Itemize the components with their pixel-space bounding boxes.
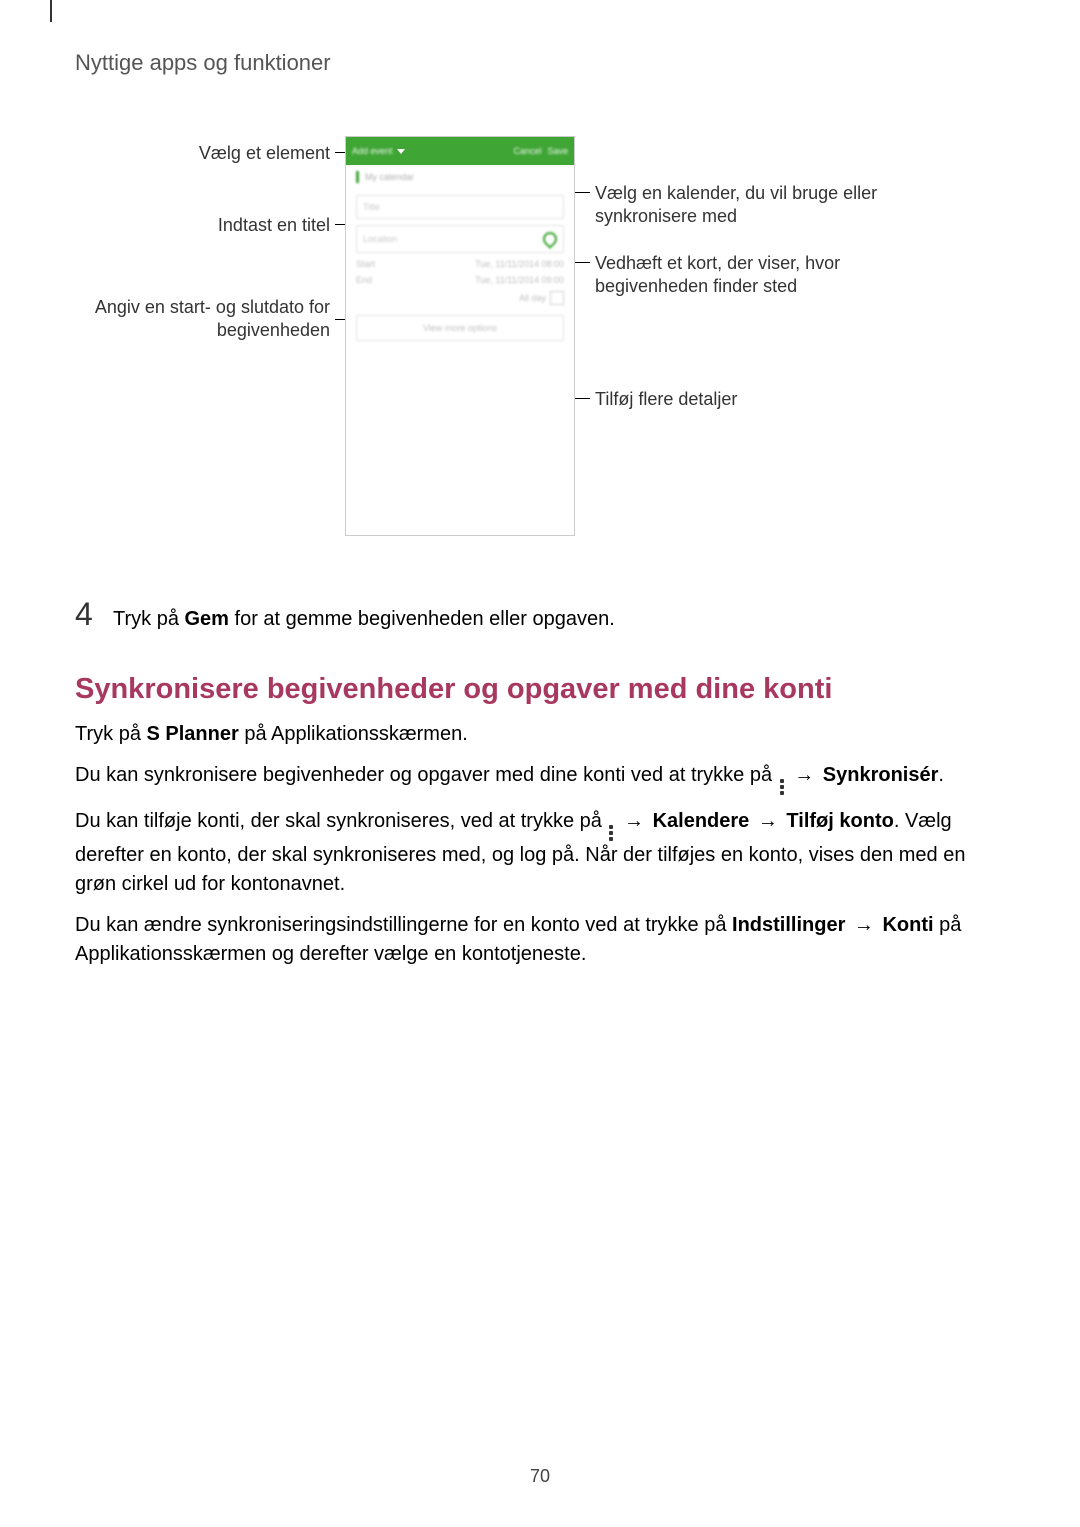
paragraph-1: Tryk på S Planner på Applikationsskærmen… bbox=[75, 720, 1005, 749]
phone-start-row: Start Tue, 11/11/2014 08:00 bbox=[356, 259, 564, 269]
phone-header-title: Add event bbox=[352, 146, 393, 156]
phone-end-row: End Tue, 11/11/2014 09:00 bbox=[356, 275, 564, 285]
phone-title-field: Title bbox=[356, 195, 564, 219]
paragraph-3: Du kan tilføje konti, der skal synkronis… bbox=[75, 807, 1005, 899]
phone-save-button: Save bbox=[547, 146, 568, 156]
callout-choose-element: Vælg et element bbox=[75, 142, 330, 165]
phone-cancel-button: Cancel bbox=[513, 146, 541, 156]
page-number: 70 bbox=[0, 1466, 1080, 1487]
callout-enter-title: Indtast en titel bbox=[75, 214, 330, 237]
location-pin-icon bbox=[540, 229, 560, 249]
step-number: 4 bbox=[75, 596, 113, 633]
callout-more-details: Tilføj flere detaljer bbox=[595, 388, 925, 411]
more-icon bbox=[780, 779, 784, 795]
callout-choose-calendar: Vælg en kalender, du vil bruge eller syn… bbox=[595, 182, 925, 229]
chevron-down-icon bbox=[397, 149, 405, 154]
callout-attach-map: Vedhæft et kort, der viser, hvor begiven… bbox=[595, 252, 925, 299]
phone-screenshot: Add event Cancel Save My calendar Title … bbox=[345, 136, 575, 536]
checkbox-icon bbox=[550, 291, 564, 305]
callout-set-dates: Angiv en start- og slutdato for begivenh… bbox=[75, 296, 330, 343]
phone-calendar-label: My calendar bbox=[365, 172, 414, 182]
phone-header: Add event Cancel Save bbox=[346, 137, 574, 165]
page-tab-mark bbox=[50, 0, 52, 22]
phone-calendar-row: My calendar bbox=[346, 165, 574, 189]
step-4: 4 Tryk på Gem for at gemme begivenheden … bbox=[75, 596, 1005, 633]
section-title: Nyttige apps og funktioner bbox=[75, 50, 1005, 76]
heading-sync: Synkronisere begivenheder og opgaver med… bbox=[75, 673, 1005, 706]
phone-allday-row: All day bbox=[356, 291, 564, 305]
phone-location-field: Location bbox=[356, 225, 564, 253]
figure: Vælg et element Indtast en titel Angiv e… bbox=[75, 136, 1005, 556]
phone-more-options: View more options bbox=[356, 315, 564, 341]
more-icon bbox=[609, 825, 613, 841]
paragraph-2: Du kan synkronisere begivenheder og opga… bbox=[75, 761, 1005, 795]
callout-line bbox=[335, 319, 345, 320]
step-text: Tryk på Gem for at gemme begivenheden el… bbox=[113, 605, 1005, 633]
paragraph-4: Du kan ændre synkroniseringsindstillinge… bbox=[75, 911, 1005, 969]
